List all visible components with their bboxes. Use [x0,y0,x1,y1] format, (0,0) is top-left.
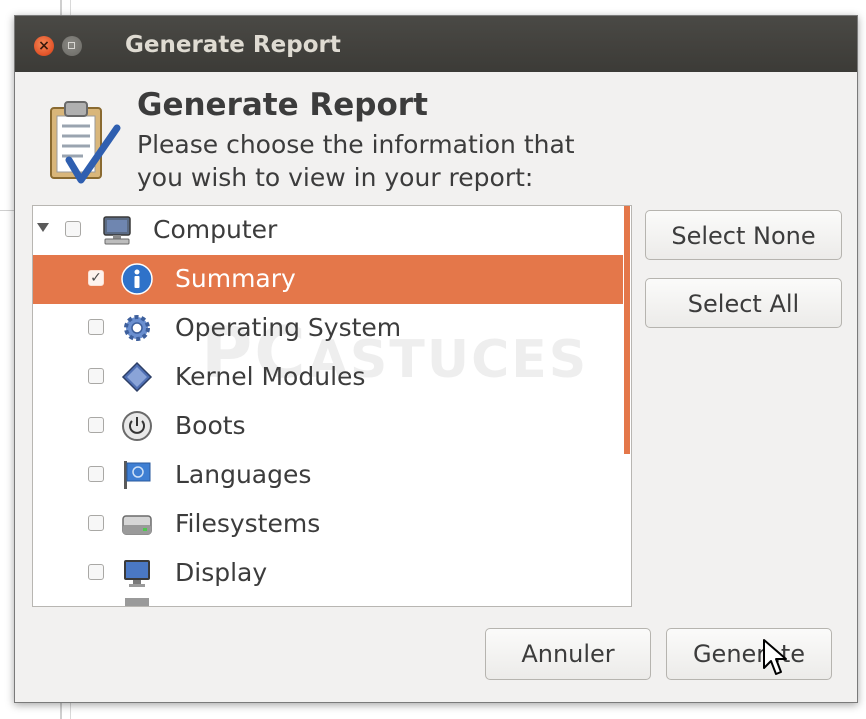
generate-report-dialog: × Generate Report Generate Report Please… [14,15,858,703]
minimize-button[interactable] [62,36,82,56]
checkbox-operating-system[interactable] [88,319,104,335]
instructions-line-1: Please choose the information that [137,130,575,159]
diamond-module-icon [121,361,153,393]
checkbox-languages[interactable] [88,466,104,482]
close-button[interactable]: × [34,36,54,56]
checkbox-filesystems[interactable] [88,515,104,531]
tree-label-display: Display [175,558,268,587]
select-all-button[interactable]: Select All [645,278,842,328]
mouse-pointer-icon [763,639,787,675]
tree-label-filesystems: Filesystems [175,509,321,538]
instructions-line-2: you wish to view in your report: [137,163,534,192]
tree-label-languages: Languages [175,460,312,489]
report-sections-tree[interactable]: Computer ✓ Summary Operating System Kern… [32,205,632,607]
select-none-button[interactable]: Select None [645,210,842,260]
tree-row-computer[interactable]: Computer [33,206,623,255]
flag-icon [124,461,151,489]
tree-label-boots: Boots [175,411,246,440]
watermark-text-large: PC [201,312,308,394]
tree-row-languages[interactable]: Languages [33,451,623,500]
info-icon [121,263,153,295]
gear-icon [124,315,150,341]
tree-label-computer: Computer [153,215,278,244]
checkbox-computer[interactable] [65,221,81,237]
checkbox-summary[interactable]: ✓ [88,270,104,286]
title-bar[interactable]: × Generate Report [15,16,857,72]
computer-icon [103,216,131,245]
cancel-button[interactable]: Annuler [485,628,651,680]
clipboard-check-icon [50,101,121,184]
dialog-heading: Generate Report [137,87,428,123]
power-icon [122,411,152,441]
partial-item-icon [125,598,149,606]
watermark: PCASTUCES [201,312,588,394]
tree-row-filesystems[interactable]: Filesystems [33,500,623,549]
watermark-text-small: ASTUCES [307,330,589,390]
checkbox-boots[interactable] [88,417,104,433]
dialog-instructions: Please choose the information that you w… [137,128,637,194]
checkbox-display[interactable] [88,564,104,580]
generate-button[interactable]: Generate [666,628,832,680]
tree-row-summary[interactable]: ✓ Summary [33,255,623,304]
drive-icon [122,515,152,535]
tree-label-summary: Summary [175,264,296,293]
monitor-icon [124,560,150,587]
scrollbar[interactable] [624,206,630,454]
checkbox-kernel-modules[interactable] [88,368,104,384]
tree-row-partial [33,598,623,606]
tree-row-display[interactable]: Display [33,549,623,598]
expander-arrow-icon[interactable] [37,223,49,232]
tree-row-boots[interactable]: Boots [33,402,623,451]
window-title: Generate Report [125,32,341,58]
